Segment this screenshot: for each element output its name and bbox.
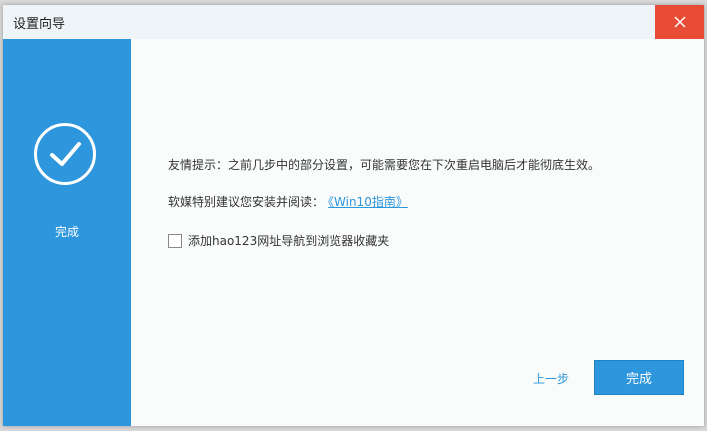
recommend-row: 软媒特别建议您安装并阅读： 《Win10指南》	[168, 193, 408, 210]
checkmark-icon	[34, 123, 96, 185]
previous-button[interactable]: 上一步	[533, 370, 569, 387]
checkbox-label: 添加hao123网址导航到浏览器收藏夹	[188, 234, 390, 248]
hao123-checkbox-row[interactable]: 添加hao123网址导航到浏览器收藏夹	[168, 232, 389, 249]
hao123-checkbox[interactable]	[168, 233, 182, 248]
close-button[interactable]	[655, 5, 704, 39]
finish-button[interactable]: 完成	[594, 360, 684, 395]
setup-wizard-dialog: 设置向导 完成 友情提示：之前几步中的部分设置，可能需要您在下次重启电脑后才能彻…	[3, 5, 704, 426]
step-label: 完成	[54, 225, 79, 239]
recommend-text: 软媒特别建议您安装并阅读：	[168, 195, 325, 209]
title-bar[interactable]: 设置向导	[3, 5, 704, 39]
window-title: 设置向导	[13, 17, 66, 32]
win10-guide-link[interactable]: 《Win10指南》	[328, 195, 408, 209]
tip-text: 友情提示：之前几步中的部分设置，可能需要您在下次重启电脑后才能彻底生效。	[168, 158, 601, 172]
close-icon	[673, 16, 686, 28]
step-sidebar: 完成	[3, 39, 131, 426]
